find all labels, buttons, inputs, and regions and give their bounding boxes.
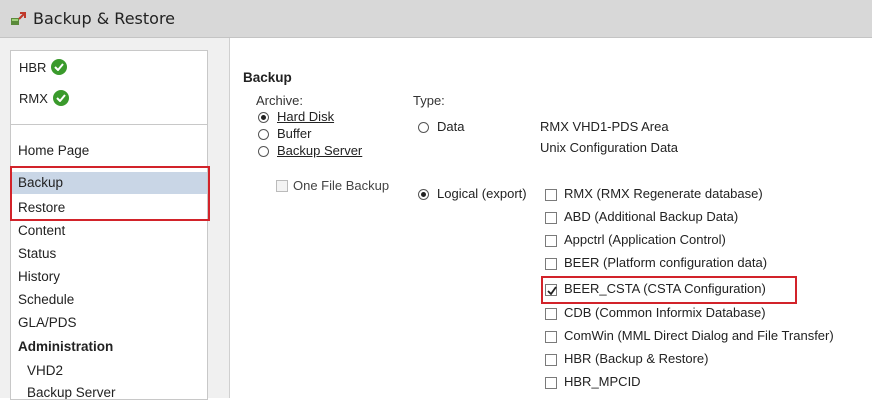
data-item: Unix Configuration Data: [540, 140, 679, 155]
archive-label: Archive:: [256, 93, 303, 108]
nav-item-content[interactable]: Content: [11, 220, 207, 242]
data-item: RMX VHD1-PDS Area: [540, 119, 669, 134]
status-label: RMX: [19, 91, 48, 106]
ok-check-icon: [52, 89, 69, 106]
status-row-hbr: HBR: [19, 58, 68, 80]
nav-item-backup[interactable]: Backup: [11, 172, 207, 194]
logical-item-label[interactable]: Appctrl (Application Control): [564, 232, 726, 247]
archive-buffer-label[interactable]: Buffer: [277, 126, 311, 141]
one-file-backup-label[interactable]: One File Backup: [293, 178, 389, 193]
nav-item-backup-server[interactable]: Backup Server: [11, 382, 207, 399]
logical-item-checkbox[interactable]: [545, 212, 557, 224]
nav-item-restore[interactable]: Restore: [11, 197, 207, 219]
type-logical-radio[interactable]: [418, 189, 429, 200]
status-label: HBR: [19, 60, 47, 75]
sidebar: HBR RMX Home Page Backup Restore Content…: [0, 38, 230, 400]
window-title: Backup & Restore: [33, 9, 176, 28]
nav-item-home-page[interactable]: Home Page: [11, 140, 207, 162]
archive-hard-disk-label[interactable]: Hard Disk: [277, 109, 334, 124]
logical-item-label[interactable]: BEER (Platform configuration data): [564, 255, 767, 270]
nav-heading-administration: Administration: [18, 339, 114, 354]
logical-item-checkbox[interactable]: [545, 331, 557, 343]
status-panel: HBR RMX: [10, 50, 208, 126]
type-data-label[interactable]: Data: [437, 119, 464, 134]
nav-item-vhd2[interactable]: VHD2: [11, 360, 207, 382]
ok-check-icon: [51, 58, 68, 75]
nav-panel: Home Page Backup Restore Content Status …: [10, 124, 208, 400]
archive-hard-disk-radio[interactable]: [258, 112, 269, 123]
logical-item-checkbox[interactable]: [545, 354, 557, 366]
logical-item-label[interactable]: RMX (RMX Regenerate database): [564, 186, 763, 201]
logical-item-checkbox-checked[interactable]: [545, 284, 557, 296]
logical-item-checkbox[interactable]: [545, 308, 557, 320]
type-logical-label[interactable]: Logical (export): [437, 186, 527, 201]
checkmark-icon: [547, 286, 557, 296]
type-data-radio[interactable]: [418, 122, 429, 133]
archive-buffer-radio[interactable]: [258, 129, 269, 140]
backup-restore-icon: [10, 11, 26, 27]
archive-backup-server-radio[interactable]: [258, 146, 269, 157]
title-bar: Backup & Restore: [0, 0, 872, 38]
logical-item-label[interactable]: BEER_CSTA (CSTA Configuration): [564, 281, 766, 296]
archive-backup-server-label[interactable]: Backup Server: [277, 143, 362, 158]
nav-item-gla-pds[interactable]: GLA/PDS: [11, 312, 207, 334]
nav-item-history[interactable]: History: [11, 266, 207, 288]
nav-item-status[interactable]: Status: [11, 243, 207, 265]
logical-item-checkbox[interactable]: [545, 377, 557, 389]
nav-item-schedule[interactable]: Schedule: [11, 289, 207, 311]
status-row-rmx: RMX: [19, 89, 69, 111]
logical-item-label[interactable]: HBR_MPCID: [564, 374, 641, 389]
logical-item-label[interactable]: CDB (Common Informix Database): [564, 305, 766, 320]
main-panel: Backup Archive: Type: Hard Disk Buffer B…: [231, 38, 872, 398]
one-file-backup-checkbox[interactable]: [276, 180, 288, 192]
logical-item-checkbox[interactable]: [545, 189, 557, 201]
logical-item-label[interactable]: ComWin (MML Direct Dialog and File Trans…: [564, 328, 834, 343]
logical-item-label[interactable]: ABD (Additional Backup Data): [564, 209, 738, 224]
type-label: Type:: [413, 93, 445, 108]
logical-item-checkbox[interactable]: [545, 258, 557, 270]
logical-item-checkbox[interactable]: [545, 235, 557, 247]
section-heading: Backup: [243, 70, 292, 85]
logical-item-label[interactable]: HBR (Backup & Restore): [564, 351, 709, 366]
